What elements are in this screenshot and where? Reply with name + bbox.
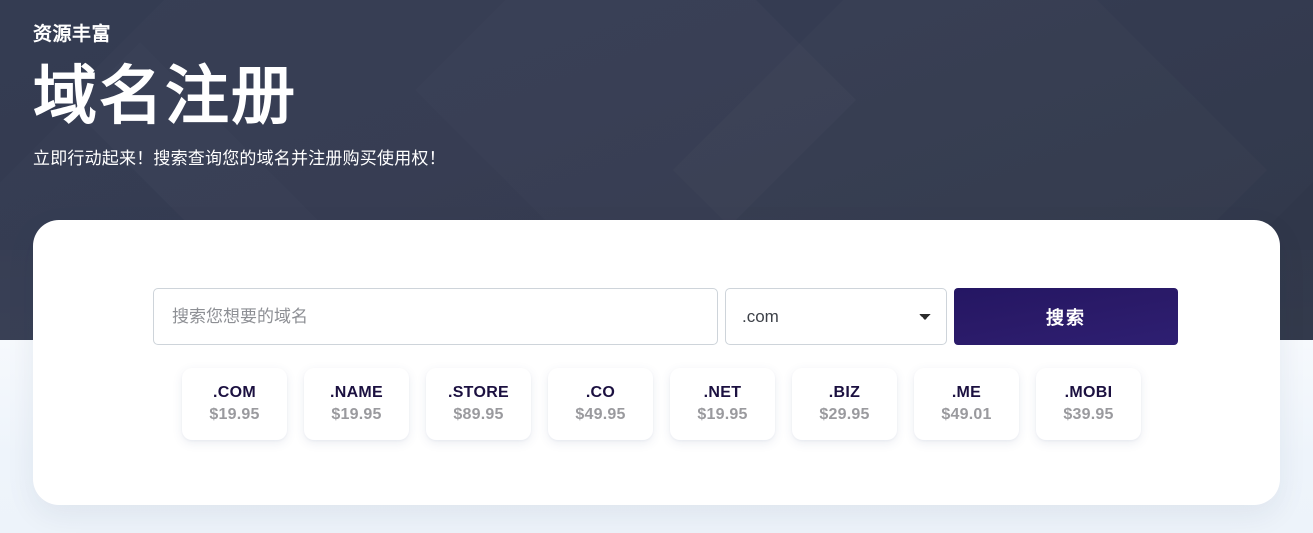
tld-card-price: $29.95 xyxy=(819,406,870,423)
tld-card-name: .STORE xyxy=(447,384,510,401)
tld-price-card[interactable]: .STORE $89.95 xyxy=(426,368,531,440)
tld-price-card[interactable]: .BIZ $29.95 xyxy=(792,368,897,440)
domain-registration-page: 资源丰富 域名注册 立即行动起来！搜索查询您的域名并注册购买使用权！ .com … xyxy=(0,0,1313,533)
tld-price-strip: .COM $19.95 .NAME $19.95 .STORE $89.95 .… xyxy=(182,368,1141,440)
tld-card-name: .CO xyxy=(585,384,616,401)
tld-card-name: .COM xyxy=(213,384,256,401)
tld-price-card[interactable]: .CO $49.95 xyxy=(548,368,653,440)
domain-search-input[interactable] xyxy=(153,288,718,345)
tld-card-price: $39.95 xyxy=(1063,406,1114,423)
tld-price-card[interactable]: .ME $49.01 xyxy=(914,368,1019,440)
tld-select[interactable]: .com xyxy=(725,288,947,345)
tld-card-name: .BIZ xyxy=(828,384,861,401)
tld-card-name: .ME xyxy=(951,384,982,401)
tld-card-name: .NET xyxy=(703,384,742,401)
tld-price-card[interactable]: .NAME $19.95 xyxy=(304,368,409,440)
tld-card-price: $49.95 xyxy=(575,406,626,423)
hero-subtitle: 立即行动起来！搜索查询您的域名并注册购买使用权！ xyxy=(33,149,446,168)
page-title: 域名注册 xyxy=(33,60,297,132)
search-button[interactable]: 搜索 xyxy=(954,288,1178,345)
tld-card-price: $19.95 xyxy=(331,406,382,423)
tld-card-price: $49.01 xyxy=(941,406,992,423)
tld-price-card[interactable]: .NET $19.95 xyxy=(670,368,775,440)
hero-eyebrow: 资源丰富 xyxy=(33,24,112,45)
domain-search-form: .com 搜索 xyxy=(153,288,1178,345)
tld-card-name: .MOBI xyxy=(1064,384,1113,401)
tld-card-name: .NAME xyxy=(329,384,384,401)
domain-search-card: .com 搜索 .COM $19.95 .NAME $19.95 .STORE … xyxy=(33,220,1280,505)
tld-price-card[interactable]: .MOBI $39.95 xyxy=(1036,368,1141,440)
hero-text-block: 资源丰富 域名注册 立即行动起来！搜索查询您的域名并注册购买使用权！ xyxy=(33,22,446,172)
tld-card-price: $19.95 xyxy=(209,406,260,423)
tld-card-price: $89.95 xyxy=(453,406,504,423)
tld-card-price: $19.95 xyxy=(697,406,748,423)
tld-price-card[interactable]: .COM $19.95 xyxy=(182,368,287,440)
